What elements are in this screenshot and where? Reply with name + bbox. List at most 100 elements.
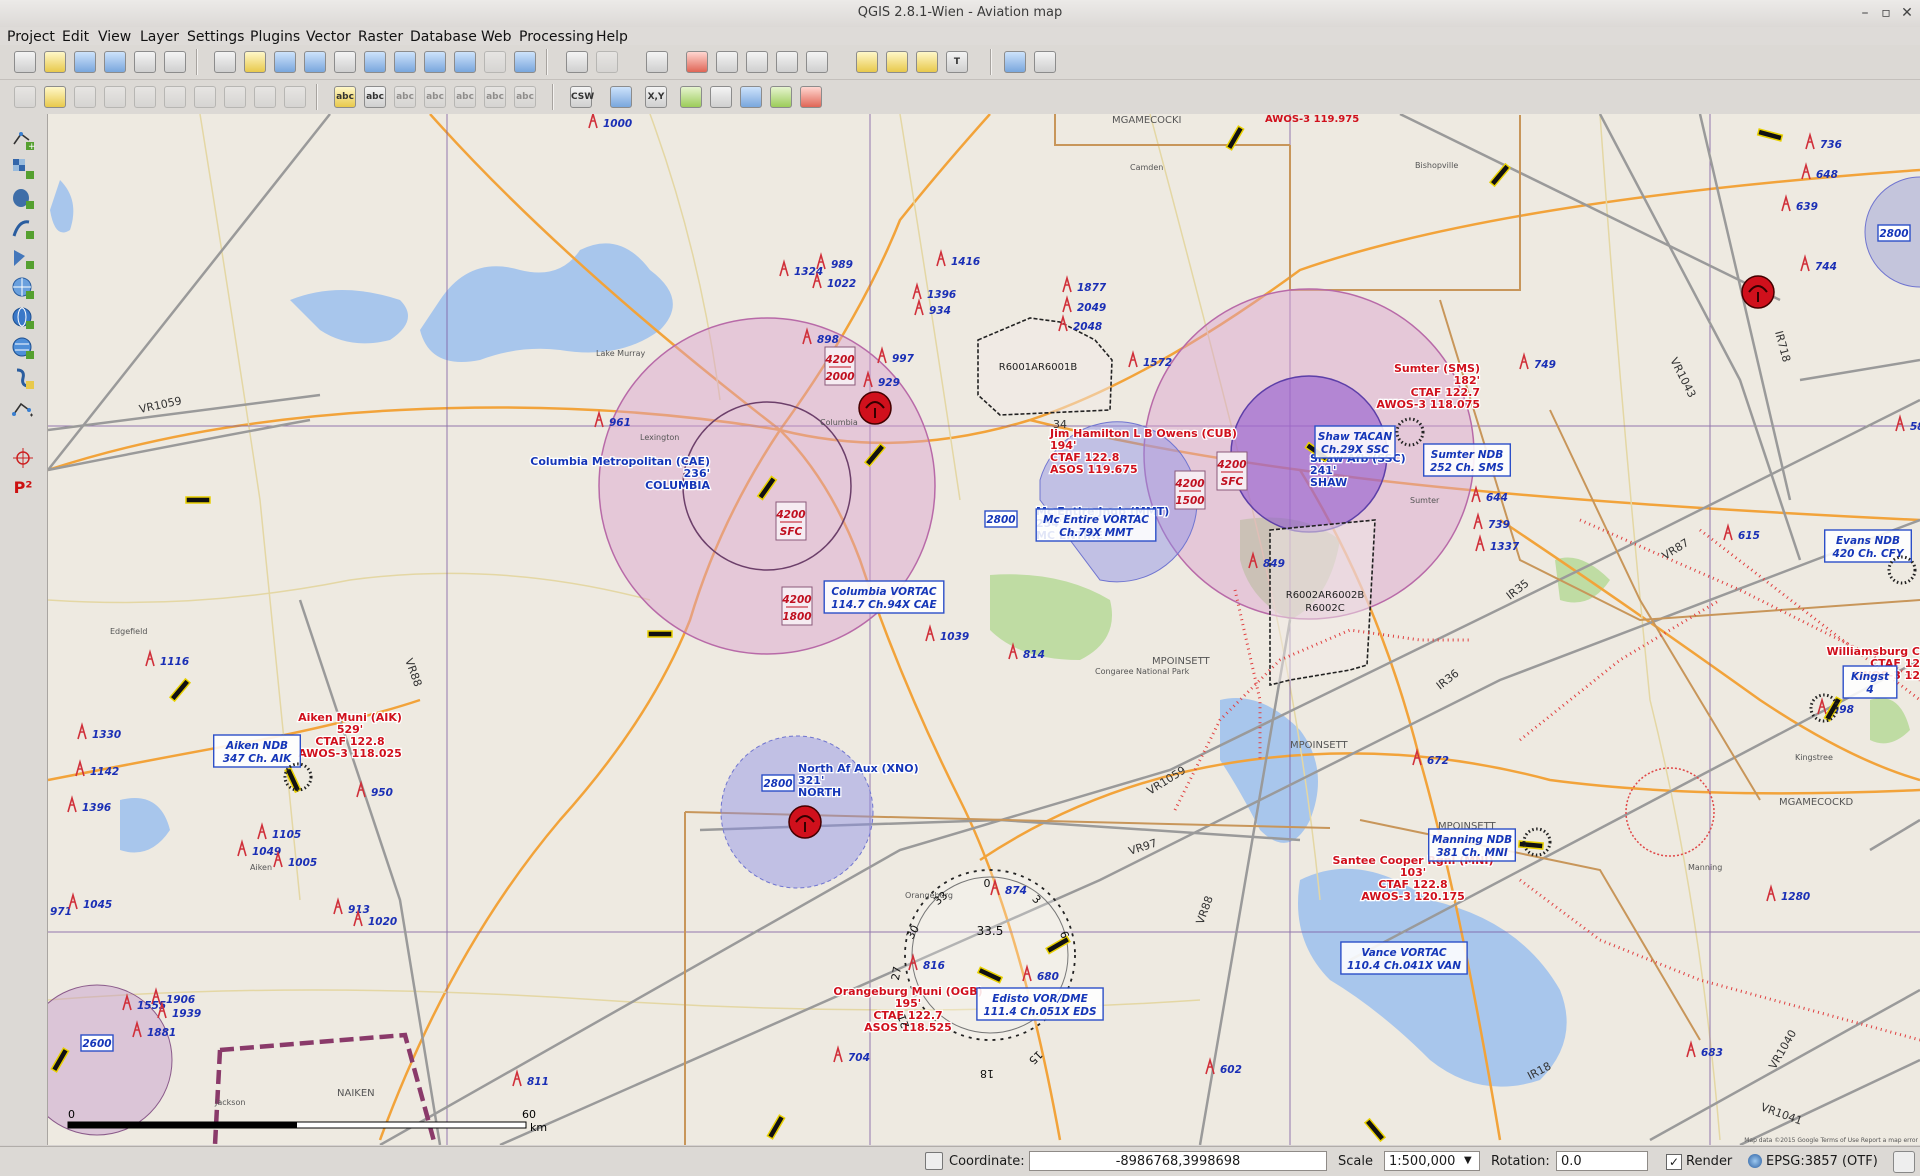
globe-icon[interactable] [1748, 1154, 1762, 1168]
chevron-down-icon[interactable]: ▼ [1464, 1155, 1472, 1166]
text-annotation-icon[interactable]: T [946, 51, 968, 73]
add-postgis-layer-icon[interactable] [11, 186, 35, 210]
statistics-icon[interactable] [776, 51, 798, 73]
change-label-icon[interactable]: abc [514, 86, 536, 108]
menu-vector[interactable]: Vector [306, 29, 351, 45]
menu-raster[interactable]: Raster [358, 29, 403, 45]
minimize-button[interactable]: – [1855, 3, 1875, 23]
add-wcs-layer-icon[interactable] [11, 306, 35, 330]
menu-plugins[interactable]: Plugins [250, 29, 300, 45]
show-bookmarks-icon[interactable] [916, 51, 938, 73]
toggle-editing-icon[interactable] [44, 86, 66, 108]
zoom-last-icon[interactable] [454, 51, 476, 73]
add-feature-icon[interactable] [104, 86, 126, 108]
xy-tool-icon[interactable]: X,Y [645, 86, 667, 108]
cut-icon[interactable] [224, 86, 246, 108]
zoom-out-icon[interactable] [304, 51, 326, 73]
add-mssql-layer-icon[interactable] [11, 246, 35, 270]
coordinate-field[interactable]: -8986768,3998698 [1029, 1151, 1327, 1171]
node-tool-icon[interactable] [164, 86, 186, 108]
new-spatialite-layer-icon[interactable] [11, 396, 35, 420]
composer-manager-icon[interactable] [164, 51, 186, 73]
pin-labels-icon[interactable]: abc [394, 86, 416, 108]
select-features-icon[interactable] [646, 51, 668, 73]
render-checkbox[interactable]: ✓ [1666, 1154, 1682, 1170]
menu-help[interactable]: Help [596, 29, 628, 45]
zoom-native-icon[interactable] [334, 51, 356, 73]
obstruction-height: 615 [1738, 530, 1760, 542]
save-as-icon[interactable] [104, 51, 126, 73]
paste-icon[interactable] [284, 86, 306, 108]
label-highlight-icon[interactable]: abc [364, 86, 386, 108]
refresh-icon[interactable] [514, 51, 536, 73]
menu-processing[interactable]: Processing [519, 29, 594, 45]
p2-plugin-icon[interactable]: P² [11, 476, 35, 500]
whats-this-icon[interactable] [1034, 51, 1056, 73]
obstruction-height: 1330 [92, 729, 121, 741]
open-project-icon[interactable] [44, 51, 66, 73]
move-feature-icon[interactable] [134, 86, 156, 108]
deselect-icon[interactable] [686, 51, 708, 73]
attribute-table-icon[interactable] [746, 51, 768, 73]
menu-project[interactable]: Project [7, 29, 55, 45]
show-hide-labels-icon[interactable]: abc [424, 86, 446, 108]
copy-icon[interactable] [254, 86, 276, 108]
aviation-map[interactable]: Columbia Lexington Camden Sumter Lake Murray… [48, 114, 1920, 1145]
zoom-in-icon[interactable] [274, 51, 296, 73]
add-vector-layer-icon[interactable]: + [11, 126, 36, 152]
maximize-button[interactable]: ▫ [1876, 3, 1896, 23]
zoom-next-icon[interactable] [484, 51, 506, 73]
crosshair-plugin-icon[interactable] [11, 446, 35, 470]
georeferencer-icon[interactable] [740, 86, 762, 108]
save-edits-icon[interactable] [74, 86, 96, 108]
menu-settings[interactable]: Settings [187, 29, 244, 45]
ceiling-label: 2600 [82, 1038, 111, 1050]
layer-labeling-icon[interactable]: abc [334, 86, 356, 108]
add-raster-layer-icon[interactable] [11, 156, 35, 180]
move-label-icon[interactable]: abc [454, 86, 476, 108]
add-spatialite-layer-icon[interactable] [11, 216, 35, 240]
zoom-selection-icon[interactable] [394, 51, 416, 73]
map-tips-icon[interactable] [596, 51, 618, 73]
grid-layer-icon[interactable] [800, 86, 822, 108]
altitude-top: 4200 [781, 594, 811, 606]
menu-edit[interactable]: Edit [62, 29, 89, 45]
qgis2web-icon[interactable] [770, 86, 792, 108]
field-calculator-icon[interactable] [716, 51, 738, 73]
new-project-icon[interactable] [14, 51, 36, 73]
pan-hand-icon[interactable] [214, 51, 236, 73]
menu-database[interactable]: Database [410, 29, 477, 45]
map-canvas[interactable]: Columbia Lexington Camden Sumter Lake Murray… [48, 114, 1920, 1145]
menu-web[interactable]: Web [481, 29, 512, 45]
add-wms-layer-icon[interactable] [11, 276, 35, 300]
plugin-icon[interactable] [680, 86, 702, 108]
crs-label[interactable]: EPSG:3857 (OTF) [1766, 1154, 1878, 1169]
bookmark-icon[interactable] [886, 51, 908, 73]
obstruction-height: 1881 [147, 1027, 176, 1039]
place-label: Columbia [820, 418, 858, 427]
help-icon[interactable] [1004, 51, 1026, 73]
annotation-icon[interactable] [856, 51, 878, 73]
python-console-icon[interactable] [610, 86, 632, 108]
menu-layer[interactable]: Layer [140, 29, 179, 45]
current-edits-icon[interactable] [14, 86, 36, 108]
close-button[interactable]: ✕ [1897, 3, 1917, 23]
pan-to-selection-icon[interactable] [244, 51, 266, 73]
coordinate-toggle-icon[interactable] [925, 1152, 943, 1170]
identify-icon[interactable] [566, 51, 588, 73]
zoom-full-icon[interactable] [364, 51, 386, 73]
window-title: QGIS 2.8.1-Wien - Aviation map [857, 5, 1063, 20]
measure-line-icon[interactable] [806, 51, 828, 73]
new-print-composer-icon[interactable] [134, 51, 156, 73]
delete-selected-icon[interactable] [194, 86, 216, 108]
zoom-layer-icon[interactable] [424, 51, 446, 73]
messages-icon[interactable] [1893, 1151, 1915, 1173]
grid-plugin-icon[interactable] [710, 86, 732, 108]
menu-view[interactable]: View [98, 29, 131, 45]
rotate-label-icon[interactable]: abc [484, 86, 506, 108]
new-shapefile-icon[interactable] [11, 366, 35, 390]
metasearch-csw-icon[interactable]: CSW [570, 86, 594, 108]
add-wfs-layer-icon[interactable] [11, 336, 35, 360]
save-project-icon[interactable] [74, 51, 96, 73]
rotation-field[interactable]: 0.0 [1556, 1151, 1648, 1171]
